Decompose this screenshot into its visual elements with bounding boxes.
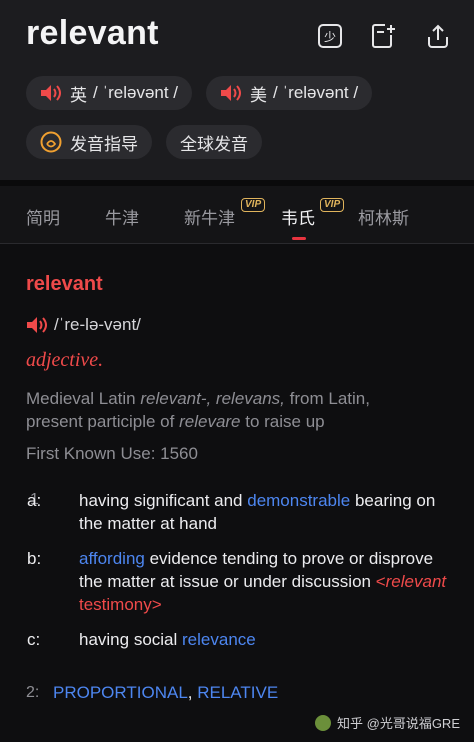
tab-new-oxford[interactable]: 新牛津 VIP [184,198,266,229]
sense-separator: , [187,683,198,702]
top-toolbar: 少 [316,22,452,50]
tab-concise[interactable]: 简明 [26,204,60,229]
cross-ref-link[interactable]: RELATIVE [197,683,278,702]
sense-letter: c: [27,630,41,649]
guide-icon [40,131,62,153]
pron-uk-button[interactable]: 英 / ˈreləvənt / [26,76,193,110]
pron-us-label: 美 [250,85,268,105]
study-icon-glyph: 少 [324,30,336,44]
speaker-icon [27,317,47,333]
example-rest: testimony> [79,595,162,614]
part-of-speech: adjective. [26,349,104,371]
cross-ref-link[interactable]: relevance [182,630,256,649]
tab-merriam-webster-label: 韦氏 [281,209,315,228]
sense-text: having significant and [79,491,248,510]
word-header: relevant 少 英 / ˈreləvənt / 美 / ˈreləvənt… [0,0,474,180]
speaker-icon [41,85,61,101]
sense-text: having social [79,630,183,649]
entry-pronunciation-text: /ˈre-lə-vənt/ [54,315,141,334]
pron-uk-text: / ˈreləvənt / [93,83,179,102]
sense-number: 2: [26,684,40,701]
entry-headword: relevant [26,273,103,295]
sense-letter: a: [27,491,42,510]
sense-letter: b: [27,549,42,568]
watermark: 知乎 @光哥说福GRE [315,713,460,732]
cross-ref-link[interactable]: PROPORTIONAL [53,683,188,702]
etym-italic: relevant-, relevans, [140,389,285,408]
pron-us-button[interactable]: 美 / ˈreləvənt / [206,76,373,110]
watermark-text: 知乎 @光哥说福GRE [337,716,460,731]
active-tab-indicator [292,237,306,240]
tab-oxford[interactable]: 牛津 [105,204,139,229]
entry-pronunciation[interactable]: /ˈre-lə-vənt/ [26,315,141,335]
etym-text: to raise up [240,412,325,431]
cross-ref-link[interactable]: affording [79,549,145,568]
vip-badge: VIP [320,198,345,212]
tab-merriam-webster[interactable]: 韦氏 VIP [281,198,345,229]
tab-collins[interactable]: 柯林斯 [358,204,409,229]
definition-content: relevant /ˈre-lə-vənt/ adjective. Mediev… [0,245,474,742]
pronunciation-row: 英 / ˈreləvənt / 美 / ˈreləvənt / [26,76,373,110]
pron-us-text: / ˈreləvənt / [273,83,359,102]
sense-1c: c: having social relevance [27,628,453,651]
speaker-icon [221,85,242,101]
study-icon[interactable]: 少 [316,22,344,50]
example-keyword: relevant [385,572,447,591]
pronunciation-guide-button[interactable]: 发音指导 [26,125,152,159]
vip-badge: VIP [241,198,266,212]
add-note-icon[interactable] [370,22,398,50]
etymology: Medieval Latin relevant-, relevans, from… [26,387,426,433]
watermark-avatar [315,714,332,731]
pronunciation-tools-row: 发音指导 全球发音 [26,125,262,159]
word-title: relevant [26,14,159,52]
cross-ref-link[interactable]: demonstrable [247,491,350,510]
tab-new-oxford-label: 新牛津 [184,209,235,228]
first-known-use: First Known Use: 1560 [26,444,198,463]
example-bracket: < [375,572,386,591]
etym-text: Medieval Latin [26,389,141,408]
sense-2: PROPORTIONAL, RELATIVE [53,681,453,704]
global-label: 全球发音 [180,134,248,154]
dictionary-tabs: 简明 牛津 新牛津 VIP 韦氏 VIP 柯林斯 [0,186,474,244]
pron-uk-label: 英 [70,85,87,105]
guide-label: 发音指导 [70,134,138,154]
sense-1a: a: having significant and demonstrable be… [27,489,453,535]
share-icon[interactable] [424,22,452,50]
global-pronunciation-button[interactable]: 全球发音 [166,125,262,159]
sense-1b: b: affording evidence tending to prove or… [27,547,453,616]
etym-italic: relevare [179,412,241,431]
